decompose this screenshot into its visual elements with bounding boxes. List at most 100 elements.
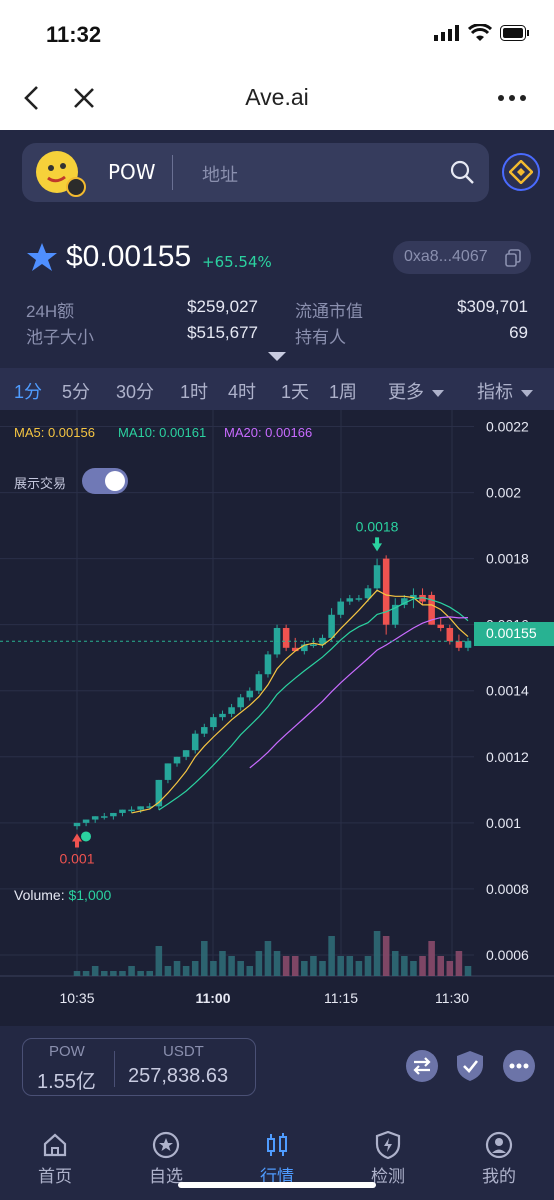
tab-4hour[interactable]: 4时 (228, 378, 256, 404)
chain-selector-button[interactable] (502, 153, 540, 191)
volume-bar (364, 956, 372, 976)
token-symbol: POW (108, 160, 156, 184)
quote-balance-value: 257,838.63 (128, 1065, 229, 1087)
volume-bar (382, 936, 390, 976)
contract-address: 0xa8...4067 (404, 248, 488, 265)
chat-button[interactable] (503, 1050, 535, 1082)
volume-bar (73, 971, 81, 976)
security-check-button[interactable] (454, 1050, 486, 1082)
browser-title: Ave.ai (245, 84, 309, 110)
status-icons (434, 24, 530, 42)
search-input[interactable]: 地址 (202, 161, 238, 187)
x-tick-label: 11:30 (435, 990, 469, 1006)
volume-bar (428, 941, 435, 976)
candle-body (228, 707, 235, 714)
volume-bar (337, 956, 344, 976)
balance-divider (114, 1051, 115, 1087)
buy-trade-dot (81, 831, 91, 842)
volume-bar (273, 951, 281, 976)
y-tick-label: 0.002 (486, 485, 521, 501)
ma10-legend: MA10: 0.00161 (118, 425, 207, 440)
nav-watchlist[interactable]: 自选 (126, 1130, 206, 1187)
stat-value-market-cap: $309,701 (457, 297, 528, 316)
candle-body (210, 717, 217, 728)
candle-icon (267, 1133, 287, 1156)
candle-body (437, 624, 444, 628)
swap-button[interactable] (406, 1050, 438, 1082)
volume-bar (446, 961, 454, 976)
tab-1week[interactable]: 1周 (329, 378, 357, 404)
nav-home[interactable]: 首页 (15, 1130, 95, 1187)
more-menu-button[interactable] (496, 82, 528, 114)
more-timeframes-dropdown[interactable]: 更多 (388, 378, 444, 404)
battery-icon (500, 25, 529, 41)
low-marker-label: 0.001 (59, 850, 94, 866)
copy-icon[interactable] (505, 249, 521, 267)
x-tick-label: 11:15 (324, 990, 358, 1006)
volume-value: $1,000 (68, 887, 112, 903)
x-tick-label: 10:35 (59, 990, 94, 1006)
candle-body (464, 641, 472, 648)
nav-detect[interactable]: 检测 (348, 1130, 428, 1187)
volume-bar (455, 951, 463, 976)
ma20-legend: MA20: 0.00166 (224, 425, 313, 440)
shield-check-icon (457, 1051, 483, 1081)
stat-label-holders: 持有人 (295, 328, 346, 347)
candle-body (382, 558, 390, 625)
tab-5min[interactable]: 5分 (62, 378, 90, 404)
search-divider (172, 155, 173, 190)
show-trades-toggle[interactable] (82, 468, 128, 494)
volume-bar (137, 971, 144, 976)
volume-bar (319, 961, 326, 976)
volume-bar (437, 956, 444, 976)
tab-1hour[interactable]: 1时 (180, 378, 208, 404)
candle-body (282, 627, 290, 648)
candle-body (101, 816, 108, 818)
volume-label: Volume: (14, 887, 65, 903)
expand-stats-icon[interactable] (268, 352, 286, 361)
token-balance-value: 1.55亿 (37, 1071, 96, 1093)
candle-body (337, 601, 344, 615)
nav-market[interactable]: 行情 (237, 1130, 317, 1187)
candlestick-chart[interactable]: 0.00220.0020.00180.00160.00140.00120.001… (0, 410, 554, 1026)
stat-value-pool-size: $515,677 (187, 323, 258, 342)
ma20-line (249, 616, 469, 769)
y-tick-label: 0.0022 (486, 419, 529, 435)
nav-label: 首页 (38, 1167, 72, 1187)
candle-body (164, 763, 172, 780)
volume-bar (346, 956, 354, 976)
search-icon[interactable] (449, 159, 475, 185)
tab-1day[interactable]: 1天 (281, 378, 309, 404)
volume-bar (264, 941, 272, 976)
volume-bar (419, 956, 426, 976)
favorite-star-icon[interactable] (26, 242, 58, 272)
shield-lightning-icon (375, 1131, 401, 1159)
price-chart[interactable]: 0.00220.0020.00180.00160.00140.00120.001… (0, 410, 554, 1026)
indicator-dropdown[interactable]: 指标 (477, 378, 533, 404)
caret-down-icon (432, 389, 444, 397)
search-bar[interactable]: POW 地址 (22, 143, 489, 202)
y-tick-label: 0.0014 (486, 683, 529, 699)
volume-bar (410, 961, 417, 976)
chat-bubble-icon (509, 1063, 529, 1069)
volume-bar (391, 951, 399, 976)
y-tick-label: 0.0012 (486, 749, 529, 765)
candle-body (346, 598, 354, 602)
bnb-icon (509, 160, 533, 184)
candle-body (310, 644, 317, 647)
contract-address-pill[interactable]: 0xa8...4067 (393, 241, 531, 274)
volume-bar (101, 971, 108, 976)
volume-bar (219, 951, 226, 976)
candle-body (119, 809, 126, 813)
nav-profile[interactable]: 我的 (459, 1130, 539, 1187)
volume-bar (401, 956, 408, 976)
home-indicator (178, 1182, 376, 1188)
tab-30min[interactable]: 30分 (116, 378, 154, 404)
volume-bar (128, 966, 135, 976)
quote-balance-label: USDT (163, 1043, 204, 1060)
stat-value-holders: 69 (509, 323, 528, 342)
candle-body (110, 812, 117, 817)
tab-1min[interactable]: 1分 (14, 378, 42, 404)
volume-bar (155, 946, 163, 976)
high-marker-label: 0.0018 (356, 518, 399, 534)
